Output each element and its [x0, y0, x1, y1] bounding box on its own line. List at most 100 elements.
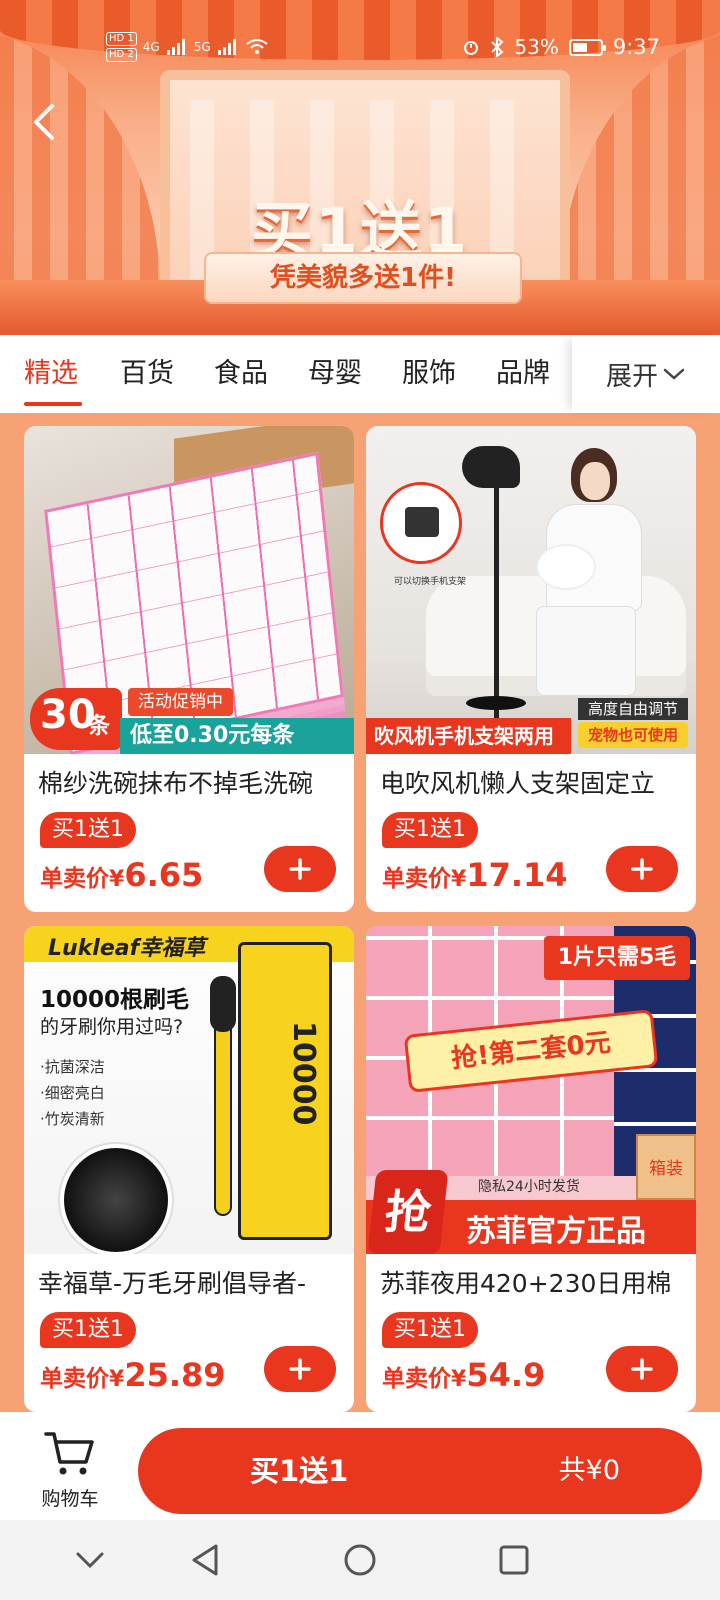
price-label: 单卖价	[382, 1366, 451, 1392]
plus-icon	[631, 1358, 653, 1380]
tab-mother-baby[interactable]: 母婴	[308, 335, 362, 413]
add-to-cart-button[interactable]	[264, 846, 336, 892]
privacy-note: 隐私24小时发货	[478, 1179, 580, 1195]
banner-subline: 凭美貌多送1件!	[270, 263, 456, 293]
price-row: 单卖价¥25.89	[40, 1356, 226, 1394]
bristle-headline: 10000根刷毛	[40, 987, 190, 1013]
zoom-inset	[380, 482, 462, 564]
bristle-subline: 的牙刷你用过吗?	[40, 1016, 184, 1038]
product-image[interactable]: 30 条 活动促销中 低至0.30元每条	[24, 426, 354, 754]
benefit-2: ·细密亮白	[40, 1084, 105, 1102]
price-label: 单卖价	[40, 1366, 109, 1392]
price-label: 单卖价	[40, 866, 109, 892]
phone-clip	[405, 507, 439, 537]
product-card[interactable]: Lukleaf幸福草 10000根刷毛 的牙刷你用过吗? ·抗菌深洁 ·细密亮白…	[24, 926, 354, 1412]
expand-button[interactable]: 展开	[572, 335, 720, 413]
product-card[interactable]: 30 条 活动促销中 低至0.30元每条 棉纱洗碗抹布不掉毛洗碗 买1送1 单卖…	[24, 426, 354, 912]
stand-base	[466, 696, 526, 710]
triangle-back-icon[interactable]	[186, 1540, 226, 1580]
benefit-1: ·抗菌深洁	[40, 1058, 105, 1076]
clock: 9:37	[612, 35, 660, 59]
add-to-cart-button[interactable]	[264, 1346, 336, 1392]
zoom-caption: 可以切换手机支架	[394, 577, 467, 587]
sim1-badge: HD 1	[106, 32, 137, 46]
net1-label: 4G	[142, 40, 160, 54]
price-row: 单卖价¥54.9	[382, 1356, 545, 1394]
product-title[interactable]: 幸福草-万毛牙刷倡导者-	[38, 1264, 343, 1300]
net2-label: 5G	[193, 40, 211, 54]
product-title[interactable]: 棉纱洗碗抹布不掉毛洗碗	[38, 764, 343, 800]
add-to-cart-button[interactable]	[606, 846, 678, 892]
cta-label: 买1送1	[250, 1454, 349, 1488]
chevron-down-icon[interactable]	[70, 1540, 110, 1580]
tab-apparel[interactable]: 服饰	[402, 335, 456, 413]
brand-name: Lukleaf幸福草	[48, 936, 206, 961]
stand-pole	[494, 456, 499, 718]
tab-food[interactable]: 食品	[214, 335, 268, 413]
box-label: 箱装	[636, 1134, 696, 1200]
price-value: 17.14	[466, 856, 568, 894]
per-piece-banner: 1片只需5毛	[544, 936, 690, 980]
package-number: 10000	[286, 1021, 321, 1126]
cart-button[interactable]: 购物车	[34, 1422, 106, 1512]
price-value: 54.9	[466, 1356, 546, 1394]
person-face	[580, 462, 610, 500]
price-value: 6.65	[124, 856, 204, 894]
active-tab-indicator	[24, 402, 82, 406]
product-image[interactable]: 1片只需5毛 抢!第二套0元 隐私24小时发货 抢 苏菲官方正品 箱装	[366, 926, 696, 1254]
plus-icon	[289, 858, 311, 880]
system-nav-bar	[0, 1520, 720, 1600]
product-image[interactable]: Lukleaf幸福草 10000根刷毛 的牙刷你用过吗? ·抗菌深洁 ·细密亮白…	[24, 926, 354, 1254]
status-left: HD 1 HD 2 4G 5G	[106, 30, 269, 64]
currency-symbol: ¥	[451, 1367, 467, 1392]
circle-home-icon[interactable]	[340, 1540, 380, 1580]
plus-icon	[631, 858, 653, 880]
toothbrush-package: 10000	[238, 942, 332, 1240]
dog	[538, 546, 594, 588]
unit-price-bar: 低至0.30元每条	[120, 718, 354, 754]
pet-tag: 宠物也可使用	[578, 722, 688, 748]
battery-icon	[568, 38, 606, 56]
chevron-down-icon	[663, 368, 685, 380]
product-title[interactable]: 电吹风机懒人支架固定立	[380, 764, 685, 800]
promo-badge: 买1送1	[382, 812, 478, 848]
status-right: 53% 9:37	[462, 30, 660, 64]
square-recent-icon[interactable]	[494, 1540, 534, 1580]
signal-icon	[166, 39, 185, 55]
signal-icon	[217, 39, 236, 55]
official-text: 苏菲官方正品	[466, 1214, 646, 1249]
hair-dryer	[462, 446, 520, 488]
product-card[interactable]: 1片只需5毛 抢!第二套0元 隐私24小时发货 抢 苏菲官方正品 箱装 苏菲夜用…	[366, 926, 696, 1412]
price-value: 25.89	[124, 1356, 226, 1394]
person-legs	[536, 606, 636, 696]
plus-icon	[289, 1358, 311, 1380]
checkout-bar: 购物车 买1送1 共¥0	[0, 1412, 720, 1520]
count-unit: 条	[88, 714, 111, 739]
feature-bar: 吹风机手机支架两用	[366, 718, 571, 754]
toothbrush-head	[210, 976, 236, 1032]
alarm-icon	[464, 41, 479, 55]
promo-badge: 买1送1	[40, 1312, 136, 1348]
wifi-icon	[246, 39, 268, 54]
price-row: 单卖价¥6.65	[40, 856, 203, 894]
battery-percent: 53%	[514, 35, 559, 59]
product-card[interactable]: 可以切换手机支架 吹风机手机支架两用 高度自由调节 宠物也可使用 电吹风机懒人支…	[366, 426, 696, 912]
sim-badges: HD 1 HD 2	[106, 32, 137, 62]
product-title[interactable]: 苏菲夜用420+230日用棉	[380, 1264, 685, 1300]
promo-badge: 买1送1	[382, 1312, 478, 1348]
price-row: 单卖价¥17.14	[382, 856, 568, 894]
expand-label: 展开	[605, 361, 658, 392]
price-label: 单卖价	[382, 866, 451, 892]
tab-brands[interactable]: 品牌	[496, 335, 550, 413]
currency-symbol: ¥	[109, 867, 125, 892]
chevron-left-icon[interactable]	[24, 100, 68, 144]
tab-general-merchandise[interactable]: 百货	[120, 335, 174, 413]
buy-one-get-one-button[interactable]: 买1送1 共¥0	[138, 1428, 702, 1514]
product-image[interactable]: 可以切换手机支架 吹风机手机支架两用 高度自由调节 宠物也可使用	[366, 426, 696, 754]
cart-total: 共¥0	[558, 1455, 620, 1486]
battery-fill	[572, 42, 587, 52]
promo-badge: 买1送1	[40, 812, 136, 848]
status-bar: HD 1 HD 2 4G 5G 53% 9:37	[0, 30, 720, 64]
activity-tag: 活动促销中	[128, 688, 233, 716]
add-to-cart-button[interactable]	[606, 1346, 678, 1392]
